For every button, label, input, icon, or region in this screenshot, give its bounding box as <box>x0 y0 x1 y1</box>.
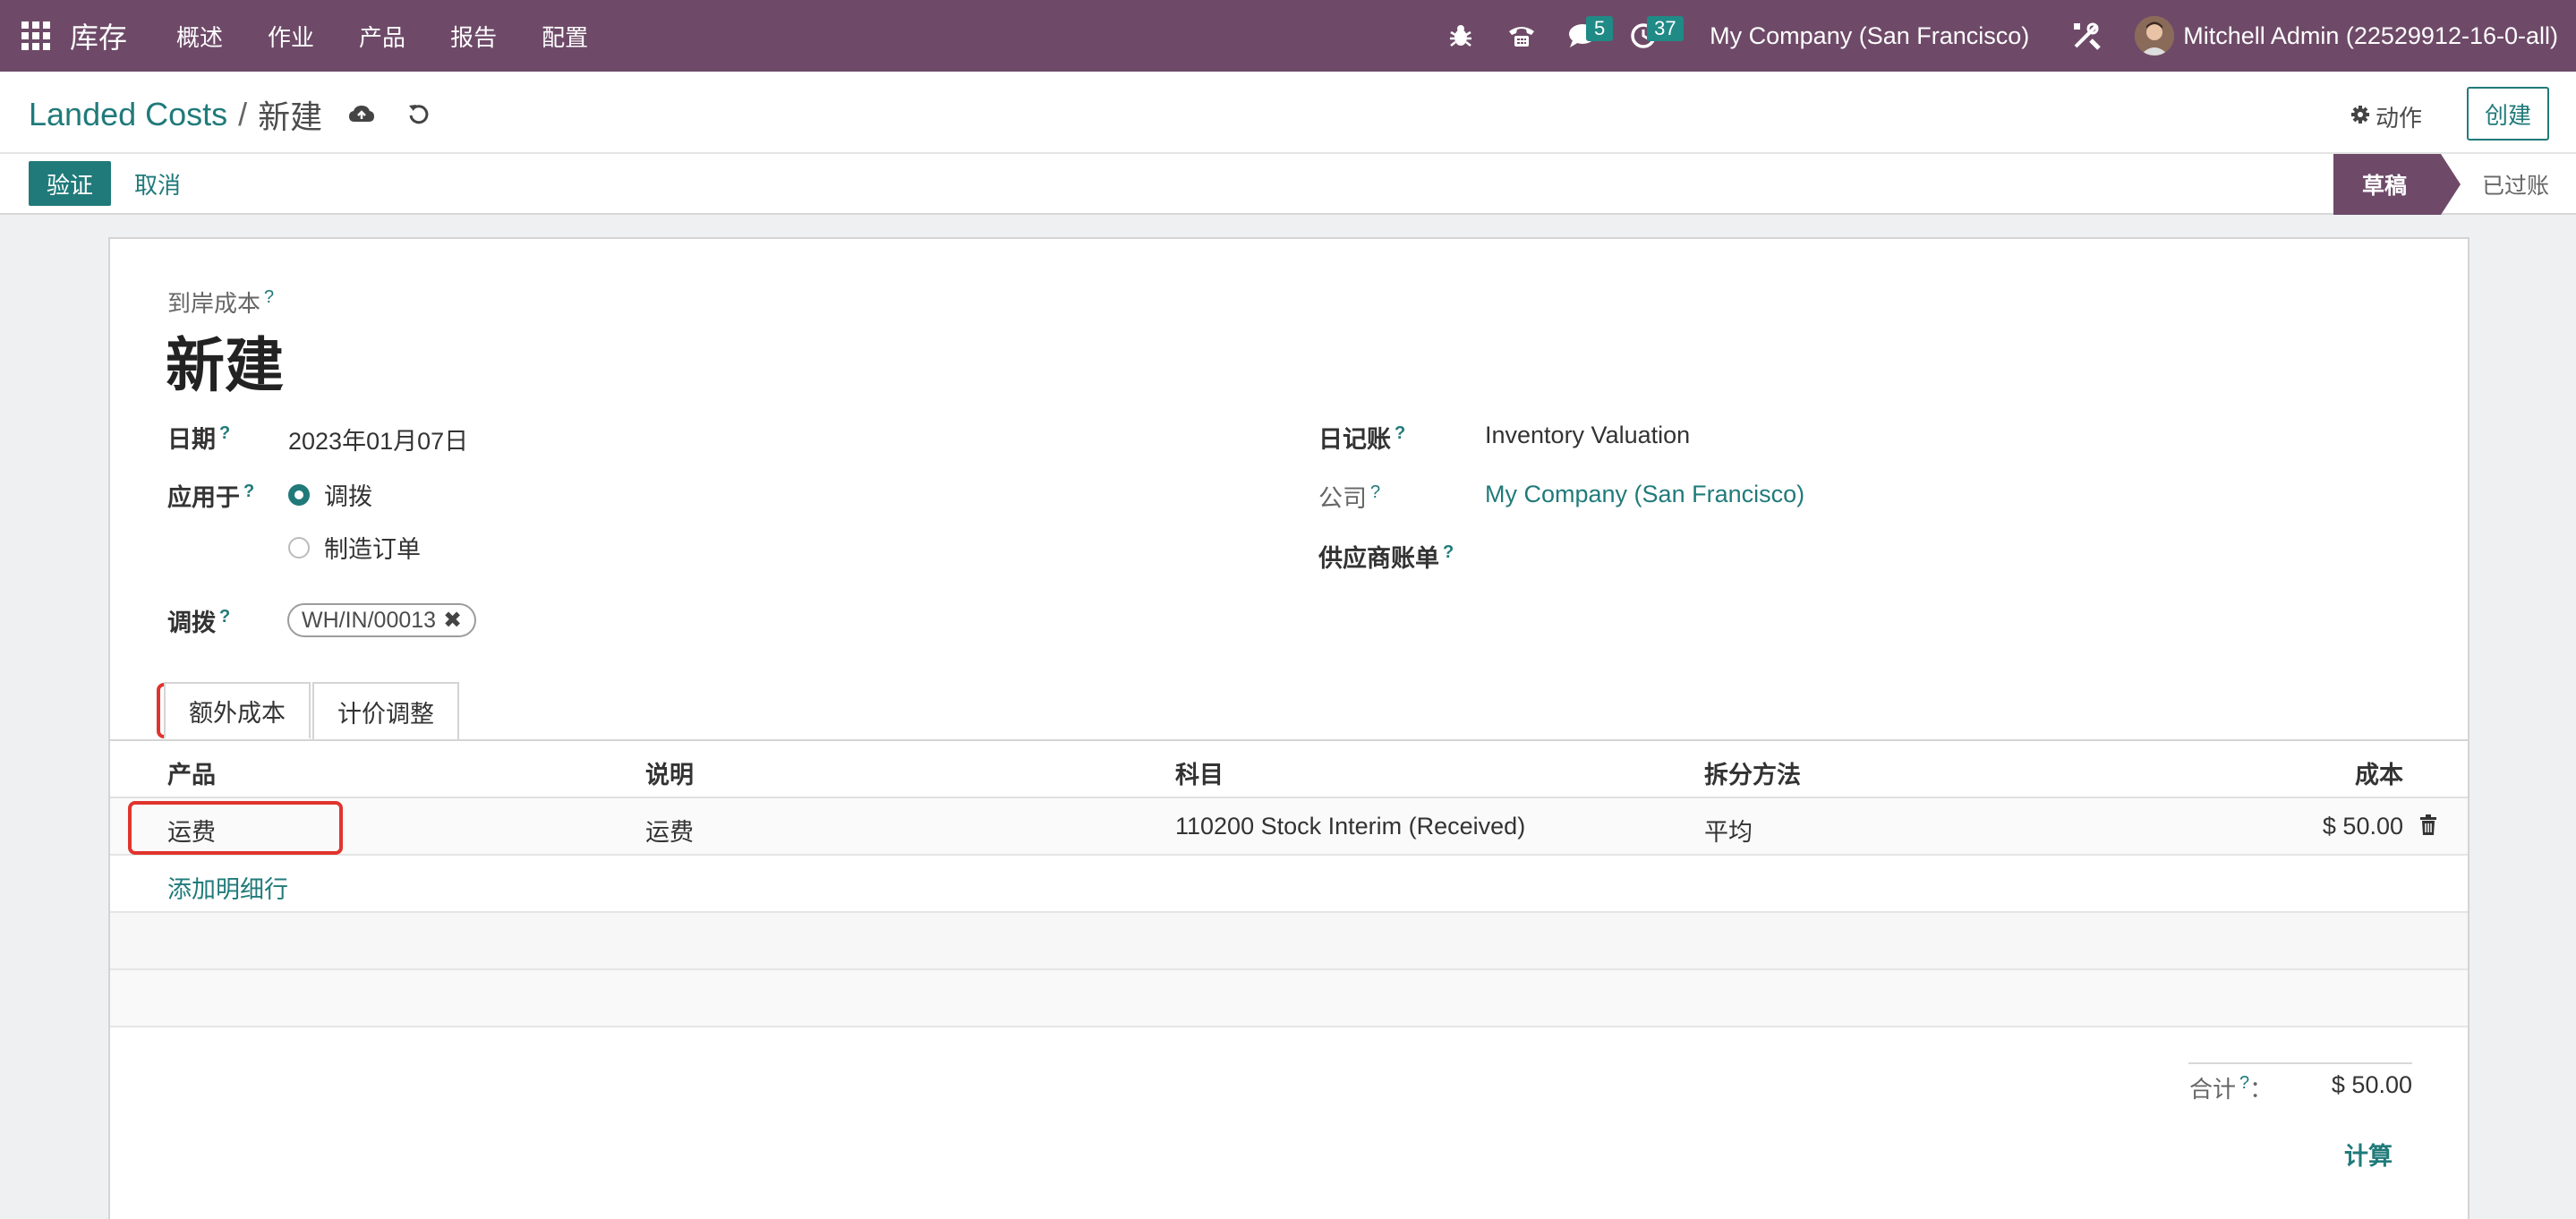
breadcrumb-landed-costs[interactable]: Landed Costs <box>29 96 227 133</box>
messages-count-badge: 5 <box>1586 16 1614 41</box>
action-label: 动作 <box>2375 105 2422 132</box>
cell-product[interactable]: 运费 <box>167 813 216 848</box>
transfers-label: 调拨? <box>167 607 231 636</box>
empty-row <box>110 970 2468 1027</box>
help-tooltip-icon[interactable]: ? <box>219 423 230 443</box>
cell-description[interactable]: 运费 <box>645 813 694 848</box>
col-account[interactable]: 科目 <box>1175 755 1224 790</box>
tools-settings-icon[interactable] <box>2065 14 2108 57</box>
gear-icon <box>2350 103 2370 131</box>
company-field[interactable]: My Company (San Francisco) <box>1485 481 1804 508</box>
total-separator <box>2188 1062 2412 1064</box>
help-tooltip-icon[interactable]: ? <box>2239 1073 2249 1093</box>
menu-item-overview[interactable]: 概述 <box>154 20 245 53</box>
breadcrumb: Landed Costs / 新建 <box>29 91 437 138</box>
record-title: 新建 <box>166 332 284 398</box>
total-value: $ 50.00 <box>2331 1071 2412 1098</box>
navbar-systray: 5 37 My Company (San Francisco) Mitchell… <box>1430 0 2576 72</box>
menu-item-products[interactable]: 产品 <box>337 20 428 53</box>
menu-item-reporting[interactable]: 报告 <box>428 20 519 53</box>
col-description[interactable]: 说明 <box>645 755 694 790</box>
transfer-tag: WH/IN/00013 ✖ <box>287 603 477 637</box>
journal-label: 日记账? <box>1318 423 1406 453</box>
cell-split-method[interactable]: 平均 <box>1704 813 1753 848</box>
radio-checked-icon <box>288 483 310 506</box>
user-name: Mitchell Admin (22529912-16-0-all) <box>2183 21 2558 49</box>
menu-item-operations[interactable]: 作业 <box>245 20 337 53</box>
date-field[interactable]: 2023年01月07日 <box>288 422 468 456</box>
transfer-tag-label: WH/IN/00013 <box>302 607 437 633</box>
phone-icon[interactable] <box>1500 14 1543 57</box>
user-avatar <box>2135 16 2175 55</box>
table-header: 产品 说明 科目 拆分方法 成本 <box>110 741 2468 798</box>
debug-bug-icon[interactable] <box>1439 14 1482 57</box>
activities-count-badge: 37 <box>1647 16 1684 41</box>
add-line-row: 添加明细行 <box>110 856 2468 913</box>
vendor-bill-label: 供应商账单? <box>1318 542 1454 572</box>
radio-transfers[interactable]: 调拨 <box>288 477 372 512</box>
breadcrumb-current: 新建 <box>258 98 323 135</box>
messages-chat-icon[interactable]: 5 <box>1561 14 1614 57</box>
table-row[interactable]: 运费 运费 110200 Stock Interim (Received) 平均… <box>110 798 2468 856</box>
help-tooltip-icon[interactable]: ? <box>264 287 274 307</box>
create-button[interactable]: 创建 <box>2467 87 2549 141</box>
col-split-method[interactable]: 拆分方法 <box>1704 755 1801 790</box>
empty-row <box>110 913 2468 970</box>
status-bar: 草稿 已过账 <box>2333 154 2576 215</box>
radio-unchecked-icon <box>288 536 310 558</box>
breadcrumb-separator: / <box>238 96 248 132</box>
control-panel: Landed Costs / 新建 动作 创建 验证 取消 草稿 已过账 <box>0 72 2576 215</box>
control-divider <box>0 152 2576 154</box>
apply-on-label: 应用于? <box>167 482 255 511</box>
form-sheet: 到岸成本? 新建 日期? 2023年01月07日 应用于? 调拨 制造订单 调拨… <box>108 237 2469 1219</box>
company-switcher[interactable]: My Company (San Francisco) <box>1710 22 2029 50</box>
activities-clock-icon[interactable]: 37 <box>1622 14 1684 57</box>
help-tooltip-icon[interactable]: ? <box>1370 482 1380 502</box>
tab-valuation-adjustments[interactable]: 计价调整 <box>312 682 459 739</box>
radio-transfers-label: 调拨 <box>324 483 372 510</box>
status-posted[interactable]: 已过账 <box>2441 154 2576 215</box>
status-draft[interactable]: 草稿 <box>2333 154 2461 215</box>
cell-cost[interactable]: $ 50.00 <box>2323 813 2403 840</box>
remove-tag-icon[interactable]: ✖ <box>443 607 462 634</box>
help-tooltip-icon[interactable]: ? <box>1395 423 1405 443</box>
apps-menu-icon[interactable] <box>18 18 54 54</box>
help-tooltip-icon[interactable]: ? <box>219 607 230 627</box>
journal-field[interactable]: Inventory Valuation <box>1485 422 1690 449</box>
col-cost[interactable]: 成本 <box>2355 755 2403 790</box>
compute-button[interactable]: 计算 <box>2344 1137 2393 1172</box>
radio-manufacturing-label: 制造订单 <box>324 536 421 563</box>
date-label: 日期? <box>167 423 231 453</box>
main-menu: 概述 作业 产品 报告 配置 <box>154 20 610 53</box>
notebook-tabs: 额外成本 计价调整 <box>164 682 461 739</box>
tab-additional-costs[interactable]: 额外成本 <box>164 682 311 739</box>
trash-icon[interactable] <box>2419 814 2437 842</box>
company-label: 公司? <box>1318 482 1381 512</box>
app-name[interactable]: 库存 <box>70 15 127 56</box>
help-tooltip-icon[interactable]: ? <box>243 482 254 501</box>
total-label: 合计?： <box>2189 1073 2273 1103</box>
validate-button[interactable]: 验证 <box>29 161 111 206</box>
action-menu-button[interactable]: 动作 <box>2350 100 2422 133</box>
discard-undo-icon[interactable] <box>401 97 437 132</box>
landed-cost-label: 到岸成本? <box>167 287 275 317</box>
cell-account[interactable]: 110200 Stock Interim (Received) <box>1175 813 1525 840</box>
save-cloud-icon[interactable] <box>344 97 380 132</box>
col-product[interactable]: 产品 <box>167 755 216 790</box>
user-menu[interactable]: Mitchell Admin (22529912-16-0-all) <box>2135 16 2558 55</box>
radio-manufacturing-orders[interactable]: 制造订单 <box>288 530 421 565</box>
cost-lines-table: 产品 说明 科目 拆分方法 成本 运费 运费 110200 Stock Inte… <box>110 741 2468 1027</box>
top-navbar: 库存 概述 作业 产品 报告 配置 5 37 My Company (San F… <box>0 0 2576 72</box>
help-tooltip-icon[interactable]: ? <box>1443 542 1454 562</box>
add-line-link[interactable]: 添加明细行 <box>167 870 288 905</box>
cancel-button[interactable]: 取消 <box>134 161 181 206</box>
menu-item-configuration[interactable]: 配置 <box>519 20 610 53</box>
